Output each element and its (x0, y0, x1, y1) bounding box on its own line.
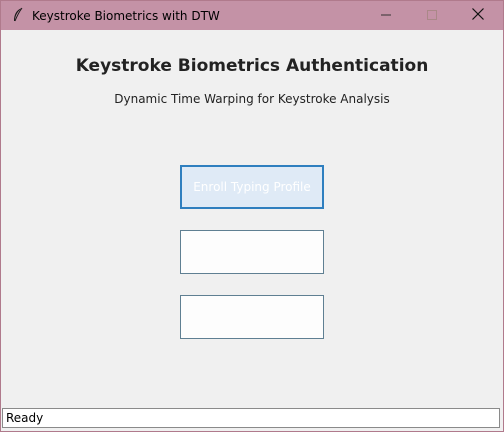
maximize-button[interactable] (409, 1, 455, 30)
close-icon (472, 8, 484, 23)
page-subtitle: Dynamic Time Warping for Keystroke Analy… (114, 92, 390, 106)
action-button-3[interactable] (180, 295, 324, 339)
minimize-icon (381, 9, 391, 23)
main-content: Keystroke Biometrics Authentication Dyna… (1, 30, 503, 408)
enroll-typing-profile-button[interactable]: Enroll Typing Profile (180, 165, 324, 209)
app-window: Keystroke Biometrics with DTW Keystroke … (0, 0, 504, 432)
title-bar[interactable]: Keystroke Biometrics with DTW (1, 1, 503, 30)
maximize-icon (427, 9, 437, 23)
window-title: Keystroke Biometrics with DTW (32, 9, 220, 23)
close-button[interactable] (455, 1, 501, 30)
page-title: Keystroke Biometrics Authentication (75, 56, 429, 76)
status-bar: Ready (2, 408, 500, 428)
minimize-button[interactable] (363, 1, 409, 30)
feather-icon (11, 7, 25, 23)
action-button-2[interactable] (180, 230, 324, 274)
